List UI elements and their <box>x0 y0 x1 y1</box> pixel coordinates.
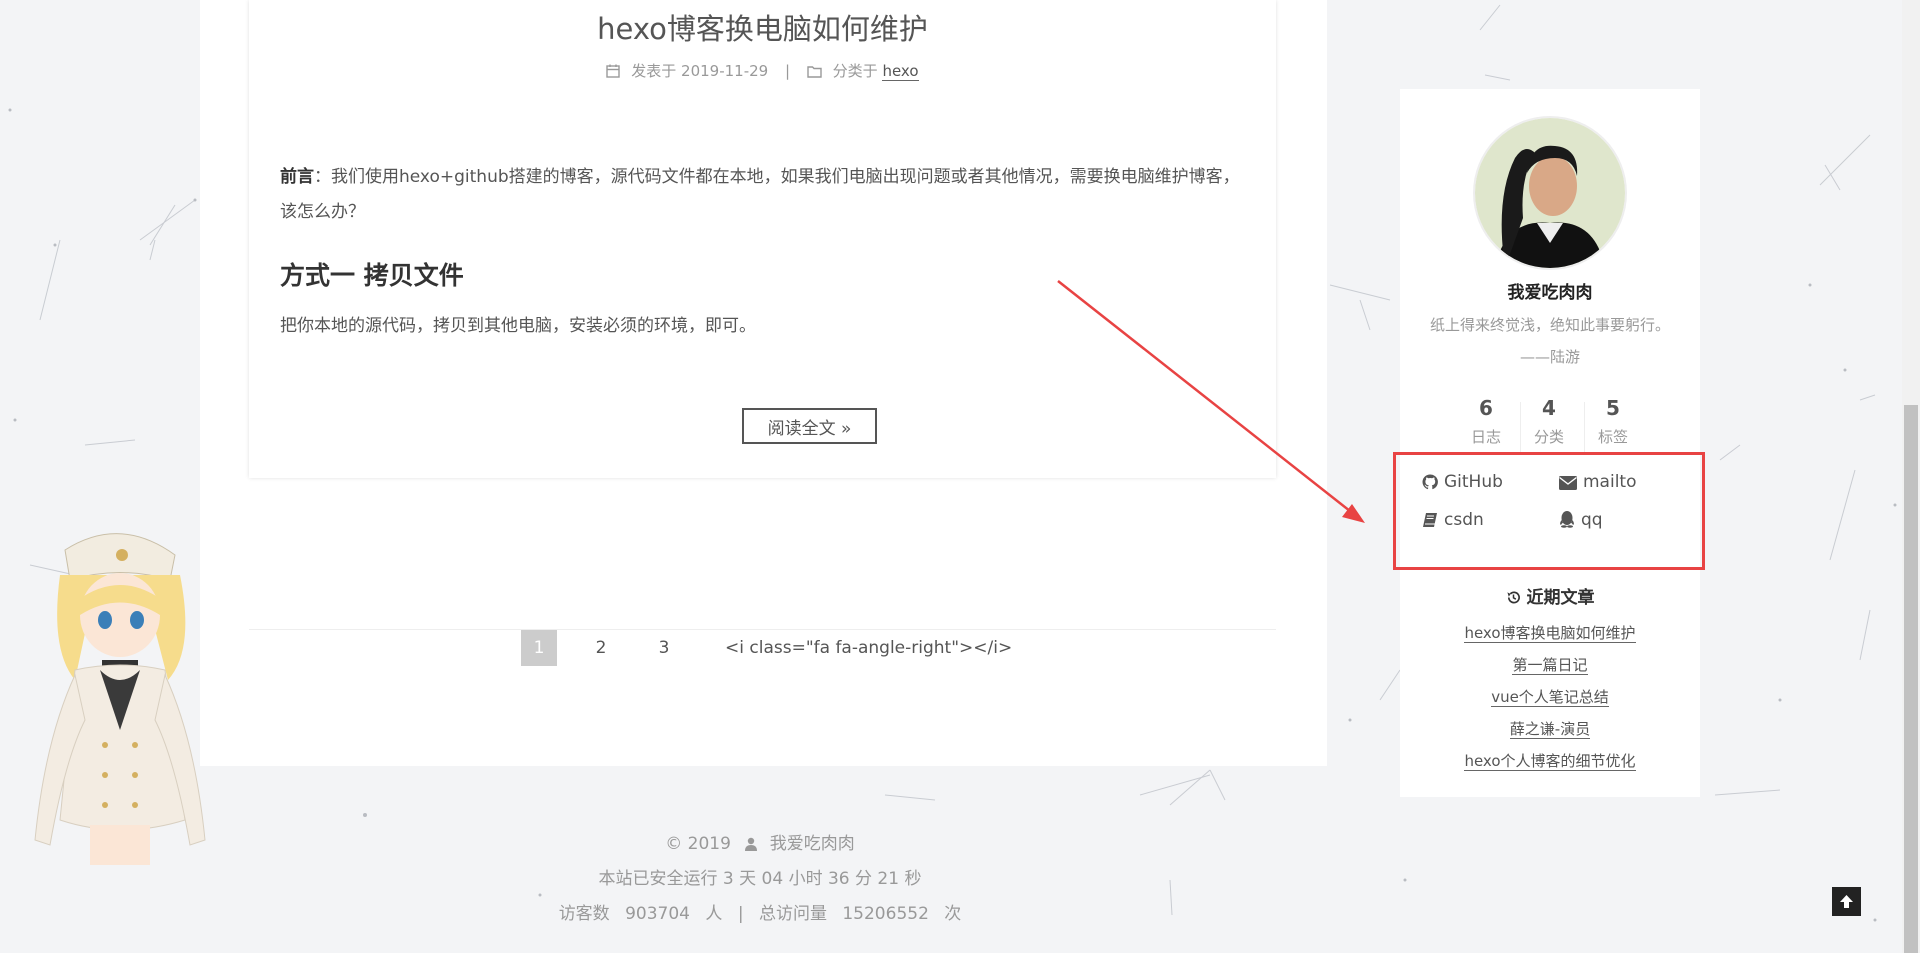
annotation-highlight-box <box>1393 452 1705 570</box>
recent-post-label: hexo个人博客的细节优化 <box>1464 752 1636 771</box>
read-more-button[interactable]: 阅读全文 » <box>742 408 877 444</box>
recent-posts-title: 近期文章 <box>1400 583 1700 608</box>
stat-tags-label: 标签 <box>1597 428 1628 446</box>
scrollbar-thumb[interactable] <box>1904 405 1918 953</box>
recent-post-link[interactable]: hexo个人博客的细节优化 <box>1400 745 1700 777</box>
site-stats: 6 日志 4 分类 5 标签 <box>1400 396 1700 456</box>
recent-posts-title-label: 近期文章 <box>1526 588 1595 608</box>
views-label: 总访问量 <box>758 904 827 924</box>
back-to-top-button[interactable] <box>1832 887 1861 916</box>
avatar-image <box>1475 118 1625 268</box>
author-motto-line: 纸上得来终觉浅，绝知此事要躬行。 <box>1429 316 1670 334</box>
page-link-2[interactable]: 2 <box>583 630 619 666</box>
post-date-label: 发表于 <box>631 62 677 80</box>
stat-categories-count: 4 <box>1542 396 1556 420</box>
copyright-text: © 2019 <box>665 834 731 854</box>
meta-divider: | <box>785 62 791 80</box>
recent-post-label: 第一篇日记 <box>1512 656 1588 675</box>
folder-icon <box>807 66 822 78</box>
stat-posts[interactable]: 6 日志 <box>1454 396 1518 447</box>
recent-posts-list: hexo博客换电脑如何维护 第一篇日记 vue个人笔记总结 薛之谦-演员 hex… <box>1400 617 1700 777</box>
live2d-mascot[interactable] <box>20 520 230 920</box>
visitors-unit: 人 <box>705 904 723 924</box>
footer-author: 我爱吃肉肉 <box>769 834 855 854</box>
recent-post-link[interactable]: 薛之谦-演员 <box>1400 713 1700 745</box>
user-icon <box>745 837 758 851</box>
visitors-count: 903704 <box>625 904 690 924</box>
author-name: 我爱吃肉肉 <box>1507 283 1593 303</box>
page-link-1[interactable]: 1 <box>521 630 557 666</box>
visitors-label: 访客数 <box>558 904 610 924</box>
stat-categories[interactable]: 4 分类 <box>1517 396 1581 447</box>
pagination: 1 2 3 <i class="fa fa-angle-right"></i> <box>200 630 1327 666</box>
post-category-link[interactable]: hexo <box>882 62 919 81</box>
stat-categories-label: 分类 <box>1533 428 1564 446</box>
views-count: 15206552 <box>842 904 929 924</box>
post-intro-text: ：我们使用hexo+github搭建的博客，源代码文件都在本地，如果我们电脑出现… <box>280 167 1240 222</box>
post-intro: 前言：我们使用hexo+github搭建的博客，源代码文件都在本地，如果我们电脑… <box>280 160 1246 230</box>
recent-post-link[interactable]: hexo博客换电脑如何维护 <box>1400 617 1700 649</box>
visits-divider: | <box>737 904 744 924</box>
avatar <box>1473 116 1627 270</box>
history-icon <box>1506 591 1520 604</box>
sidebar: 我爱吃肉肉 纸上得来终觉浅，绝知此事要躬行。 ——陆游 6 日志 4 分类 5 … <box>1400 89 1700 797</box>
views-unit: 次 <box>944 904 962 924</box>
recent-post-link[interactable]: 第一篇日记 <box>1400 649 1700 681</box>
recent-post-label: hexo博客换电脑如何维护 <box>1464 624 1636 643</box>
recent-post-label: 薛之谦-演员 <box>1509 720 1591 739</box>
recent-post-label: vue个人笔记总结 <box>1491 688 1609 707</box>
recent-post-link[interactable]: vue个人笔记总结 <box>1400 681 1700 713</box>
annotation-arrow <box>1057 280 1365 523</box>
arrow-up-icon <box>1840 895 1853 908</box>
post-intro-label: 前言 <box>280 167 314 187</box>
page-link-3[interactable]: 3 <box>646 630 682 666</box>
stat-posts-count: 6 <box>1479 396 1493 420</box>
post-date: 2019-11-29 <box>681 62 769 80</box>
author-motto: 纸上得来终觉浅，绝知此事要躬行。 ——陆游 <box>1400 309 1700 373</box>
author-motto-source: ——陆游 <box>1519 348 1580 366</box>
calendar-icon <box>606 64 621 78</box>
stat-tags[interactable]: 5 标签 <box>1581 396 1645 447</box>
post-meta: 发表于 2019-11-29 | 分类于 hexo <box>249 60 1276 81</box>
post-category-label: 分类于 <box>832 62 878 80</box>
post-title[interactable]: hexo博客换电脑如何维护 <box>249 6 1276 48</box>
stat-posts-label: 日志 <box>1470 428 1501 446</box>
next-page-link[interactable]: <i class="fa fa-angle-right"></i> <box>725 630 1012 666</box>
stat-tags-count: 5 <box>1606 396 1620 420</box>
page-scrollbar[interactable] <box>1902 0 1920 953</box>
